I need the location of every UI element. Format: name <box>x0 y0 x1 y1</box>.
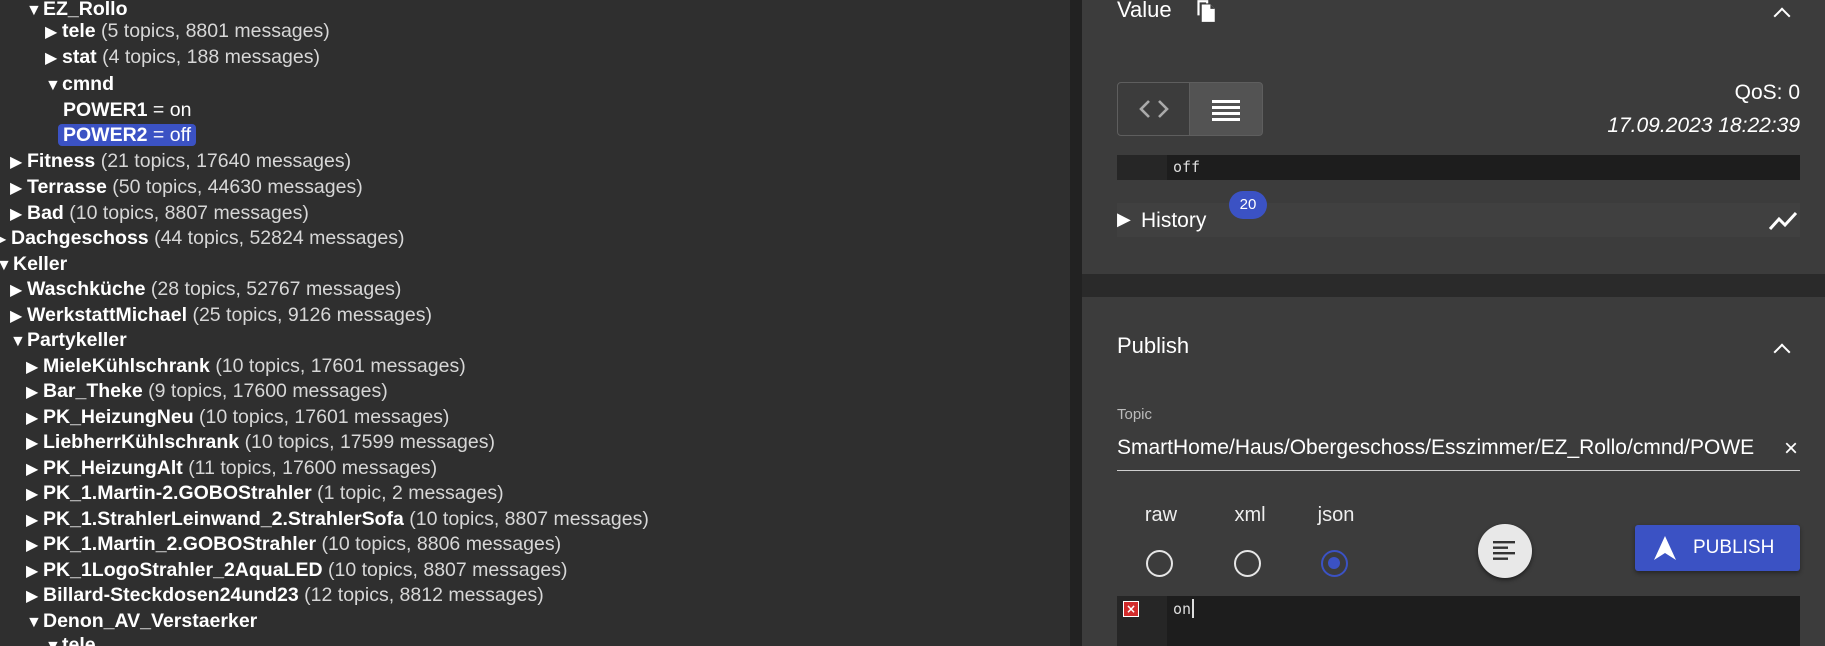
tree-node-denon-tele[interactable]: ▼tele <box>45 634 96 646</box>
format-payload-button[interactable] <box>1478 524 1532 578</box>
history-row[interactable]: ▶ History <box>1117 203 1800 237</box>
collapsed-arrow-icon: ▶ <box>26 588 39 605</box>
tree-leaf-power2-selected[interactable]: POWER2 = off <box>58 124 197 146</box>
expanded-arrow-icon: ▼ <box>0 257 12 274</box>
collapsed-arrow-icon: ▶ <box>26 563 39 580</box>
expanded-arrow-icon: ▼ <box>45 77 61 94</box>
tree-node-tele[interactable]: ▶ tele (5 topics, 8801 messages) <box>45 20 330 44</box>
value-title: Value <box>1117 0 1172 22</box>
format-raw-radio[interactable] <box>1146 550 1173 577</box>
payload-viewer[interactable]: off <box>1117 155 1800 180</box>
tree-leaf-power1[interactable]: POWER1 = on <box>63 99 191 121</box>
line-gutter <box>1117 155 1167 180</box>
publish-button[interactable]: PUBLISH <box>1635 525 1800 571</box>
tree-node-liebherr[interactable]: ▶ LiebherrKühlschrank (10 topics, 17599 m… <box>26 431 495 455</box>
expanded-arrow-icon: ▼ <box>45 636 62 646</box>
tree-node-denon[interactable]: ▼Denon_AV_Verstaerker <box>26 610 257 634</box>
diff-view-toggle[interactable] <box>1117 82 1191 136</box>
qos-label: QoS: 0 <box>1734 81 1800 104</box>
publish-title: Publish <box>1117 333 1190 358</box>
tree-node-ez-rollo[interactable]: ▼EZ_Rollo <box>26 0 128 22</box>
collapsed-arrow-icon: ▶ <box>26 384 39 401</box>
tree-node-werkstatt[interactable]: ▶ WerkstattMichael (25 topics, 9126 messa… <box>10 304 432 328</box>
payload-text: off <box>1173 158 1201 176</box>
collapsed-arrow-icon: ▶ <box>26 435 39 452</box>
tree-node-heizung-neu[interactable]: ▶ PK_HeizungNeu (10 topics, 17601 message… <box>26 406 449 430</box>
align-left-icon <box>1493 541 1515 560</box>
collapse-chevron-icon[interactable] <box>1774 340 1788 354</box>
tree-node-billard[interactable]: ▶ Billard-Steckdosen24und23 (12 topics, 8… <box>26 584 544 608</box>
code-icon <box>1139 100 1169 118</box>
chart-icon[interactable] <box>1768 208 1798 232</box>
send-arrow-icon <box>1654 536 1676 560</box>
lines-icon <box>1212 100 1240 121</box>
format-xml-label: xml <box>1234 504 1266 526</box>
collapsed-arrow-icon: ▶ <box>0 231 7 248</box>
format-raw-label: raw <box>1144 504 1178 526</box>
collapsed-arrow-icon: ▶ <box>26 410 39 427</box>
details-panel: Value QoS: 0 17.09.2023 18:22:39 off ▶ H… <box>1082 0 1825 646</box>
expanded-arrow-icon: ▼ <box>26 614 42 631</box>
collapse-chevron-icon[interactable] <box>1774 4 1788 18</box>
format-xml-radio[interactable] <box>1234 550 1261 577</box>
expanded-arrow-icon: ▼ <box>10 333 26 350</box>
publish-button-label: PUBLISH <box>1693 537 1775 558</box>
payload-editor[interactable]: × on <box>1117 596 1800 646</box>
topic-input-value: SmartHome/Haus/Obergeschoss/Esszimmer/EZ… <box>1117 436 1755 459</box>
collapsed-arrow-icon: ▶ <box>10 282 23 299</box>
tree-node-bar-theke[interactable]: ▶ Bar_Theke (9 topics, 17600 messages) <box>26 380 388 404</box>
panel-divider[interactable] <box>1070 0 1082 646</box>
tree-node-heizung-alt[interactable]: ▶ PK_HeizungAlt (11 topics, 17600 message… <box>26 457 437 481</box>
text-cursor <box>1192 599 1194 618</box>
format-json-radio-selected[interactable] <box>1321 550 1348 577</box>
collapsed-arrow-icon: ▶ <box>45 50 58 67</box>
collapsed-arrow-icon: ▶ <box>10 180 23 197</box>
error-icon[interactable]: × <box>1123 601 1139 617</box>
topic-tree: ▼EZ_Rollo ▶ tele (5 topics, 8801 messages… <box>0 0 1070 646</box>
collapsed-arrow-icon: ▶ <box>26 512 39 529</box>
raw-view-toggle[interactable] <box>1189 82 1263 136</box>
tree-node-keller[interactable]: ▼Keller <box>0 253 67 277</box>
publish-card: Publish Topic SmartHome/Haus/Obergeschos… <box>1082 297 1825 646</box>
tree-node-partykeller[interactable]: ▼Partykeller <box>10 329 127 353</box>
history-count-badge: 20 <box>1229 191 1267 219</box>
collapsed-arrow-icon: ▶ <box>26 461 39 478</box>
tree-node-miele[interactable]: ▶ MieleKühlschrank (10 topics, 17601 mess… <box>26 355 466 379</box>
copy-icon[interactable] <box>1192 0 1218 24</box>
tree-node-dachgeschoss[interactable]: ▶ Dachgeschoss (44 topics, 52824 messages… <box>0 227 404 251</box>
collapsed-arrow-icon: ▶ <box>26 359 39 376</box>
collapsed-arrow-icon: ▶ <box>26 486 39 503</box>
tree-node-stat[interactable]: ▶ stat (4 topics, 188 messages) <box>45 46 320 70</box>
message-timestamp: 17.09.2023 18:22:39 <box>1607 114 1800 137</box>
tree-node-logo-strahler[interactable]: ▶ PK_1LogoStrahler_2AquaLED (10 topics, 8… <box>26 559 568 583</box>
collapsed-arrow-icon: ▶ <box>10 308 23 325</box>
collapsed-arrow-icon: ▶ <box>26 537 39 554</box>
topic-label: Topic <box>1117 406 1153 423</box>
clear-icon[interactable]: × <box>1784 435 1798 463</box>
expanded-arrow-icon: ▼ <box>26 2 42 19</box>
topic-input[interactable]: SmartHome/Haus/Obergeschoss/Esszimmer/EZ… <box>1117 435 1800 471</box>
payload-editor-text: on <box>1173 600 1192 618</box>
history-label: History <box>1141 209 1207 232</box>
tree-node-cmnd[interactable]: ▼cmnd <box>45 73 114 97</box>
format-json-label: json <box>1317 504 1355 526</box>
tree-node-terrasse[interactable]: ▶ Terrasse (50 topics, 44630 messages) <box>10 176 363 200</box>
collapsed-arrow-icon: ▶ <box>10 154 23 171</box>
expand-arrow-icon: ▶ <box>1117 209 1131 229</box>
tree-node-martin-gobo2[interactable]: ▶ PK_1.Martin_2.GOBOStrahler (10 topics, … <box>26 533 561 557</box>
tree-node-waschkueche[interactable]: ▶ Waschküche (28 topics, 52767 messages) <box>10 278 401 302</box>
collapsed-arrow-icon: ▶ <box>45 24 58 41</box>
tree-node-martin-gobo[interactable]: ▶ PK_1.Martin-2.GOBOStrahler (1 topic, 2 … <box>26 482 504 506</box>
tree-node-bad[interactable]: ▶ Bad (10 topics, 8807 messages) <box>10 202 309 226</box>
tree-node-fitness[interactable]: ▶ Fitness (21 topics, 17640 messages) <box>10 150 351 174</box>
tree-node-strahler-leinwand[interactable]: ▶ PK_1.StrahlerLeinwand_2.StrahlerSofa (1… <box>26 508 649 532</box>
value-card: Value QoS: 0 17.09.2023 18:22:39 off ▶ H… <box>1082 0 1825 274</box>
collapsed-arrow-icon: ▶ <box>10 206 23 223</box>
